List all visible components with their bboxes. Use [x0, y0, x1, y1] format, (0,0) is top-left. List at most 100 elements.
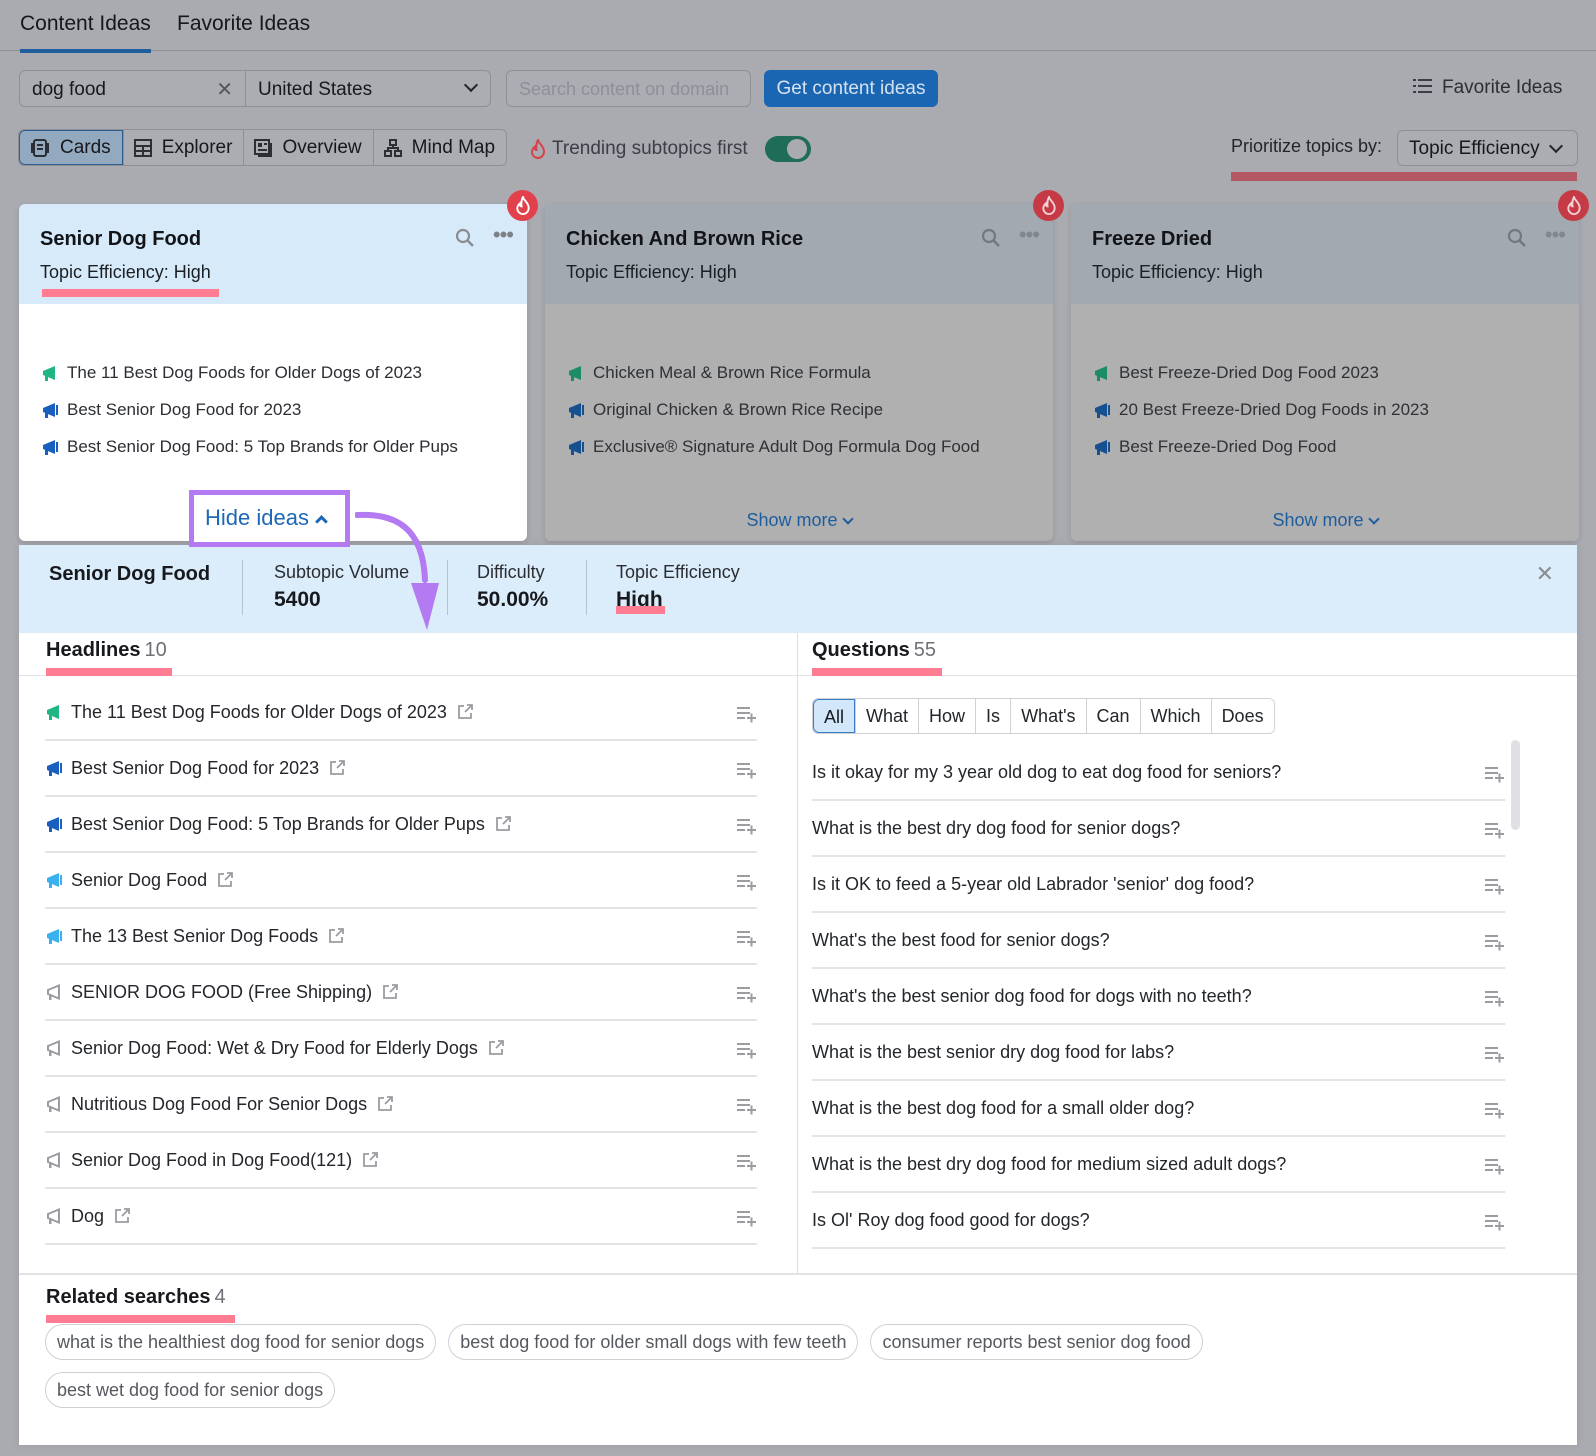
external-link-icon[interactable]	[376, 1095, 394, 1113]
question-filter-chip[interactable]: What	[855, 699, 919, 733]
idea-text: Best Senior Dog Food for 2023	[67, 399, 302, 419]
more-options-icon[interactable]: •••	[1019, 224, 1040, 246]
more-options-icon[interactable]: •••	[1545, 224, 1566, 246]
headline-row[interactable]: Nutritious Dog Food For Senior Dogs	[45, 1077, 757, 1133]
idea-item: Chicken Meal & Brown Rice Formula	[567, 354, 980, 391]
view-overview-button[interactable]: Overview	[243, 130, 373, 165]
question-row[interactable]: Is it okay for my 3 year old dog to eat …	[812, 745, 1505, 801]
headline-row[interactable]: The 13 Best Senior Dog Foods	[45, 909, 757, 965]
show-more-button[interactable]: Show more	[545, 510, 1053, 531]
headline-row[interactable]: The 11 Best Dog Foods for Older Dogs of …	[45, 685, 757, 741]
question-row[interactable]: What's the best senior dog food for dogs…	[812, 969, 1505, 1025]
add-to-list-icon[interactable]	[737, 1209, 757, 1227]
external-link-icon[interactable]	[327, 927, 345, 945]
favorite-ideas-link[interactable]: Favorite Ideas	[1413, 77, 1562, 99]
questions-count: 55	[913, 639, 937, 661]
question-filter-chip[interactable]: What's	[1010, 699, 1086, 733]
add-to-list-icon[interactable]	[1485, 1045, 1505, 1063]
scrollbar[interactable]	[1511, 740, 1520, 830]
show-more-button[interactable]: Show more	[1071, 510, 1579, 531]
external-link-icon[interactable]	[216, 871, 234, 889]
trending-toggle[interactable]	[765, 136, 811, 162]
add-to-list-icon[interactable]	[1485, 1213, 1505, 1231]
add-to-list-icon[interactable]	[737, 1097, 757, 1115]
domain-search-input[interactable]: Search content on domain	[506, 70, 751, 107]
headline-row[interactable]: Best Senior Dog Food for 2023	[45, 741, 757, 797]
question-row[interactable]: What is the best senior dry dog food for…	[812, 1025, 1505, 1081]
headline-row[interactable]: SENIOR DOG FOOD (Free Shipping)	[45, 965, 757, 1021]
trending-badge	[1033, 190, 1064, 221]
question-row[interactable]: What is the best dry dog food for senior…	[812, 801, 1505, 857]
headline-row[interactable]: Best Senior Dog Food: 5 Top Brands for O…	[45, 797, 757, 853]
add-to-list-icon[interactable]	[1485, 989, 1505, 1007]
add-to-list-icon[interactable]	[737, 705, 757, 723]
external-link-icon[interactable]	[328, 759, 346, 777]
related-search-chip[interactable]: what is the healthiest dog food for seni…	[45, 1324, 437, 1360]
add-to-list-icon[interactable]	[1485, 821, 1505, 839]
search-icon[interactable]	[1507, 228, 1527, 248]
keyword-input[interactable]: dog food ✕	[19, 70, 245, 107]
tab-content-ideas[interactable]: Content Ideas	[20, 12, 151, 53]
idea-item: 20 Best Freeze-Dried Dog Foods in 2023	[1093, 391, 1429, 428]
related-search-chip[interactable]: best dog food for older small dogs with …	[448, 1324, 859, 1360]
add-to-list-icon[interactable]	[737, 985, 757, 1003]
idea-text: Best Freeze-Dried Dog Food 2023	[1119, 362, 1379, 382]
search-icon[interactable]	[981, 228, 1001, 248]
add-to-list-icon[interactable]	[737, 1041, 757, 1059]
card-title: Freeze Dried	[1092, 228, 1213, 250]
headline-row[interactable]: Senior Dog Food: Wet & Dry Food for Elde…	[45, 1021, 757, 1077]
chevron-down-icon	[463, 77, 479, 93]
question-row[interactable]: Is it OK to feed a 5-year old Labrador '…	[812, 857, 1505, 913]
megaphone-icon	[47, 1208, 60, 1224]
trending-badge	[1558, 190, 1589, 221]
external-link-icon[interactable]	[487, 1039, 505, 1057]
question-row[interactable]: What is the best dog food for a small ol…	[812, 1081, 1505, 1137]
question-filter-chip[interactable]: Does	[1210, 699, 1274, 733]
topic-card[interactable]: Chicken And Brown Rice Topic Efficiency:…	[545, 204, 1053, 541]
question-row[interactable]: What's the best food for senior dogs?	[812, 913, 1505, 969]
question-filter-chip[interactable]: All	[813, 699, 856, 733]
question-filter-chip[interactable]: Is	[975, 699, 1011, 733]
megaphone-icon	[1095, 439, 1110, 455]
related-search-chip[interactable]: best wet dog food for senior dogs	[45, 1372, 336, 1408]
headline-row[interactable]: Senior Dog Food	[45, 853, 757, 909]
view-cards-button[interactable]: Cards	[19, 130, 123, 165]
get-content-ideas-button[interactable]: Get content ideas	[764, 70, 938, 107]
close-icon[interactable]: ✕	[216, 77, 233, 102]
tab-favorite-ideas[interactable]: Favorite Ideas	[177, 12, 310, 36]
add-to-list-icon[interactable]	[1485, 1101, 1505, 1119]
add-to-list-icon[interactable]	[737, 761, 757, 779]
add-to-list-icon[interactable]	[1485, 877, 1505, 895]
external-link-icon[interactable]	[381, 983, 399, 1001]
add-to-list-icon[interactable]	[1485, 933, 1505, 951]
view-mindmap-button[interactable]: Mind Map	[372, 130, 507, 165]
related-search-chip[interactable]: consumer reports best senior dog food	[870, 1324, 1203, 1360]
add-to-list-icon[interactable]	[1485, 765, 1505, 783]
close-icon[interactable]: ✕	[1536, 561, 1554, 587]
hide-ideas-button[interactable]: Hide ideas	[189, 490, 350, 547]
prioritize-select[interactable]: Topic Efficiency	[1397, 130, 1578, 166]
question-filter-chip[interactable]: Which	[1139, 699, 1211, 733]
search-icon[interactable]	[455, 228, 475, 248]
topic-card[interactable]: Freeze Dried Topic Efficiency: High ••• …	[1071, 204, 1579, 541]
external-link-icon[interactable]	[113, 1207, 131, 1225]
add-to-list-icon[interactable]	[1485, 1157, 1505, 1175]
external-link-icon[interactable]	[494, 815, 512, 833]
idea-item: Best Senior Dog Food: 5 Top Brands for O…	[41, 428, 458, 465]
question-row[interactable]: Is Ol' Roy dog food good for dogs?	[812, 1193, 1505, 1249]
add-to-list-icon[interactable]	[737, 817, 757, 835]
add-to-list-icon[interactable]	[737, 929, 757, 947]
external-link-icon[interactable]	[456, 703, 474, 721]
question-filter-chip[interactable]: How	[918, 699, 976, 733]
external-link-icon[interactable]	[361, 1151, 379, 1169]
more-options-icon[interactable]: •••	[493, 224, 514, 246]
megaphone-icon	[47, 817, 62, 832]
view-explorer-button[interactable]: Explorer	[122, 130, 244, 165]
add-to-list-icon[interactable]	[737, 1153, 757, 1171]
headline-row[interactable]: Dog	[45, 1189, 757, 1245]
question-filter-chip[interactable]: Can	[1085, 699, 1140, 733]
add-to-list-icon[interactable]	[737, 873, 757, 891]
question-row[interactable]: What is the best dry dog food for medium…	[812, 1137, 1505, 1193]
country-select[interactable]: United States	[245, 70, 491, 107]
headline-row[interactable]: Senior Dog Food in Dog Food(121)	[45, 1133, 757, 1189]
